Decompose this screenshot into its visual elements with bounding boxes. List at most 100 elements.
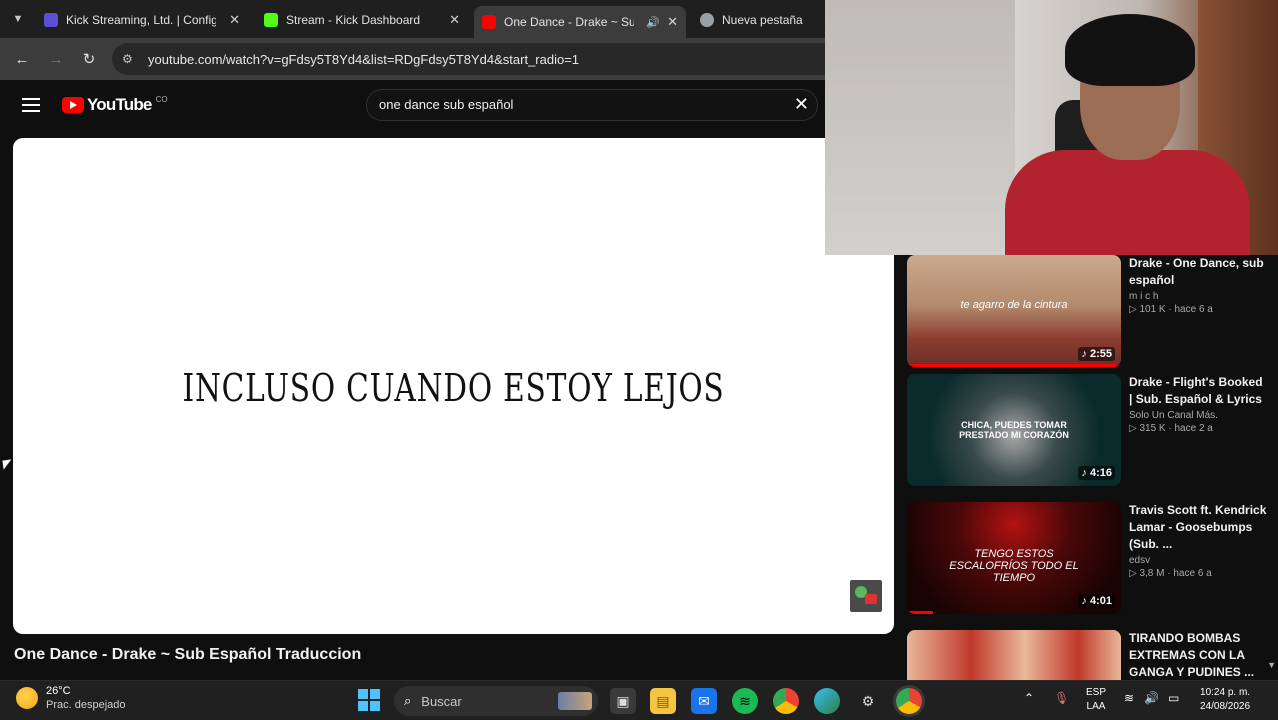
- edge-icon[interactable]: [814, 688, 840, 714]
- battery-icon[interactable]: ▭: [1168, 691, 1179, 705]
- video-stats: ▷ 315 K · hace 2 a: [1129, 423, 1213, 434]
- keyboard-layout: LAA: [1086, 701, 1106, 712]
- recommendation-item[interactable]: CHICA, PUEDES TOMAR PRESTADO MI CORAZÓN …: [907, 374, 1277, 494]
- country-code: CO: [155, 94, 168, 104]
- kick-favicon-icon: [264, 13, 278, 27]
- close-tab-icon[interactable]: ✕: [229, 12, 240, 28]
- chrome-active-icon[interactable]: [896, 688, 922, 714]
- recommendation-title[interactable]: Drake - One Dance, sub español: [1129, 255, 1269, 289]
- clock-time: 10:24 p. m.: [1200, 687, 1251, 698]
- tab-new-tab[interactable]: Nueva pestaña: [692, 6, 826, 34]
- url-text: youtube.com/watch?v=gFdsy5T8Yd4&list=RDg…: [148, 51, 580, 67]
- channel-watermark-icon[interactable]: [850, 580, 882, 612]
- site-info-icon[interactable]: ⚙: [122, 52, 138, 66]
- microphone-icon[interactable]: 🎙: [1054, 691, 1069, 705]
- weather-widget[interactable]: 26°C Prac. despejado: [16, 685, 126, 711]
- video-meta: Drake - One Dance, sub español m i c h ▷…: [1129, 255, 1269, 315]
- language-indicator[interactable]: ESP LAA: [1086, 686, 1106, 714]
- close-tab-icon[interactable]: ✕: [449, 12, 460, 28]
- tab-title: Stream - Kick Dashboard: [286, 13, 421, 27]
- search-icon: ⌕: [404, 693, 412, 708]
- language-code: ESP: [1086, 687, 1107, 698]
- browser-tabstrip: ▼ Kick Streaming, Ltd. | Configu ✕ Strea…: [0, 0, 826, 38]
- tab-youtube-active[interactable]: One Dance - Drake ~ Sub 🔊 ✕: [474, 6, 686, 38]
- video-duration: ♪ 4:16: [1078, 466, 1115, 480]
- kick-settings-favicon-icon: [44, 13, 58, 27]
- webcam-person-hair: [1065, 14, 1195, 86]
- partly-sunny-icon: [16, 687, 38, 709]
- recommendation-title[interactable]: Travis Scott ft. Kendrick Lamar - Gooseb…: [1129, 502, 1269, 553]
- tab-search-icon[interactable]: ▼: [8, 9, 28, 29]
- settings-gear-icon[interactable]: ⚙: [855, 688, 881, 714]
- search-input[interactable]: one dance sub español ✕: [366, 89, 818, 121]
- search-label: Buscar: [421, 693, 462, 709]
- logo-text: YouTube: [87, 95, 152, 114]
- webcam-person-shirt: [1005, 150, 1250, 255]
- recommendations-list: te agarro de la cintura ♪ 2:55 Drake - O…: [895, 255, 1278, 680]
- video-duration: ♪ 2:55: [1078, 347, 1115, 361]
- video-thumbnail[interactable]: te agarro de la cintura ♪ 2:55: [907, 255, 1121, 367]
- thumbnail-caption: te agarro de la cintura: [960, 299, 1068, 311]
- windows-start-icon[interactable]: [358, 689, 380, 711]
- search-highlight-image: [558, 692, 592, 710]
- video-player[interactable]: INCLUSO CUANDO ESTOY LEJOS: [13, 138, 894, 634]
- address-bar[interactable]: ⚙ youtube.com/watch?v=gFdsy5T8Yd4&list=R…: [112, 43, 826, 75]
- show-hidden-icons-icon[interactable]: ⌃: [1024, 691, 1034, 705]
- video-stats: ▷ 3,8 M · hace 6 a: [1129, 568, 1212, 579]
- channel-name[interactable]: m i c h: [1129, 291, 1269, 302]
- video-thumbnail[interactable]: TENGO ESTOS ESCALOFRÍOS TODO EL TIEMPO ♪…: [907, 502, 1121, 614]
- recommendation-item[interactable]: TENGO ESTOS ESCALOFRÍOS TODO EL TIEMPO ♪…: [907, 502, 1277, 622]
- recommendation-title[interactable]: Drake - Flight's Booked | Sub. Español &…: [1129, 374, 1269, 408]
- tab-title: Nueva pestaña: [722, 13, 803, 27]
- menu-icon[interactable]: [22, 98, 40, 112]
- windows-taskbar: 26°C Prac. despejado ⌕ Buscar ▣ ▤ ✉ ≋ ⚙ …: [0, 680, 1278, 720]
- spotify-icon[interactable]: ≋: [732, 688, 758, 714]
- video-thumbnail[interactable]: CHICA, PUEDES TOMAR PRESTADO MI CORAZÓN …: [907, 374, 1121, 486]
- mail-icon[interactable]: ✉: [691, 688, 717, 714]
- watch-progress-bar: [907, 611, 933, 614]
- weather-description: Prac. despejado: [46, 699, 126, 711]
- recommendation-title[interactable]: TIRANDO BOMBAS EXTREMAS CON LA GANGA Y P…: [1129, 630, 1269, 681]
- reload-icon[interactable]: ↻: [79, 49, 99, 69]
- task-view-icon[interactable]: ▣: [610, 688, 636, 714]
- thumbnail-caption: CHICA, PUEDES TOMAR PRESTADO MI CORAZÓN: [959, 420, 1069, 440]
- search-query-text: one dance sub español: [379, 97, 514, 112]
- chrome-icon[interactable]: [773, 688, 799, 714]
- video-stats: ▷ 101 K · hace 6 a: [1129, 304, 1213, 315]
- chrome-favicon-icon: [700, 13, 714, 27]
- channel-name[interactable]: Solo Un Canal Más.: [1129, 410, 1269, 421]
- video-meta: Drake - Flight's Booked | Sub. Español &…: [1129, 374, 1269, 434]
- webcam-wall: [825, 0, 1015, 255]
- file-explorer-icon[interactable]: ▤: [650, 688, 676, 714]
- tab-kick-settings[interactable]: Kick Streaming, Ltd. | Configu ✕: [36, 6, 248, 34]
- youtube-logo[interactable]: YouTube CO: [62, 95, 168, 115]
- wifi-icon[interactable]: ≋: [1124, 691, 1134, 705]
- speaker-icon[interactable]: 🔊: [646, 16, 660, 29]
- tab-title: Kick Streaming, Ltd. | Configu: [66, 13, 216, 27]
- video-thumbnail[interactable]: [907, 630, 1121, 680]
- tab-kick-dashboard[interactable]: Stream - Kick Dashboard ✕: [256, 6, 468, 34]
- volume-icon[interactable]: 🔊: [1144, 691, 1159, 705]
- channel-name[interactable]: edsv: [1129, 555, 1269, 566]
- tab-title: One Dance - Drake ~ Sub: [504, 15, 634, 29]
- forward-arrow-icon[interactable]: →: [46, 49, 66, 69]
- video-meta: Travis Scott ft. Kendrick Lamar - Gooseb…: [1129, 502, 1269, 579]
- thumbnail-caption: TENGO ESTOS ESCALOFRÍOS TODO EL TIEMPO: [949, 548, 1079, 584]
- video-duration: ♪ 4:01: [1078, 594, 1115, 608]
- browser-toolbar: ← → ↻ ⚙ youtube.com/watch?v=gFdsy5T8Yd4&…: [0, 38, 826, 80]
- webcam-overlay: [825, 0, 1278, 255]
- clock-date: 24/08/2026: [1200, 701, 1251, 712]
- clock[interactable]: 10:24 p. m. 24/08/2026: [1200, 686, 1250, 714]
- taskbar-search[interactable]: ⌕ Buscar: [394, 686, 598, 716]
- scroll-down-icon[interactable]: ▼: [1267, 660, 1276, 670]
- recommendation-item[interactable]: te agarro de la cintura ♪ 2:55 Drake - O…: [907, 255, 1277, 375]
- video-title: One Dance - Drake ~ Sub Español Traducci…: [14, 646, 362, 663]
- screen: ▼ Kick Streaming, Ltd. | Configu ✕ Strea…: [0, 0, 1278, 720]
- youtube-favicon-icon: [482, 15, 496, 29]
- recommendation-item[interactable]: TIRANDO BOMBAS EXTREMAS CON LA GANGA Y P…: [907, 630, 1277, 680]
- clear-search-icon[interactable]: ✕: [794, 94, 809, 115]
- close-tab-icon[interactable]: ✕: [667, 14, 678, 30]
- back-arrow-icon[interactable]: ←: [12, 49, 32, 69]
- watch-progress-bar: [907, 364, 1121, 367]
- youtube-play-icon: [62, 97, 84, 113]
